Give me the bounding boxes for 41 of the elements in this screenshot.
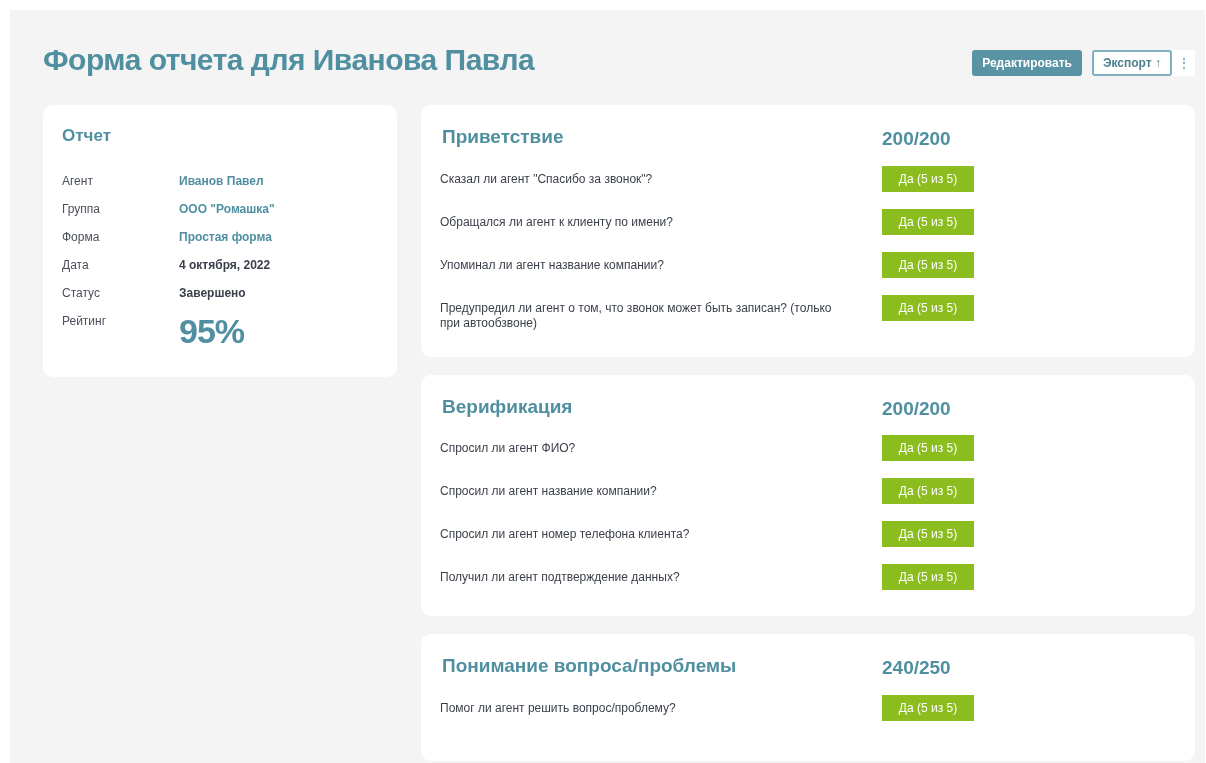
answer-badge: Да (5 из 5) (882, 478, 974, 504)
section-title: Понимание вопроса/проблемы (442, 655, 737, 676)
question-text: Спросил ли агент название компании? (440, 484, 657, 498)
section-score: 200/200 (882, 127, 951, 151)
field-link[interactable]: ООО "Ромашка" (179, 200, 275, 217)
field-label: Рейтинг (62, 313, 107, 328)
answer-badge: Да (5 из 5) (882, 694, 974, 721)
section-title: Верификация (442, 395, 573, 417)
answer-badge: Да (5 из 5) (882, 165, 974, 192)
report-title: Отчет (62, 125, 112, 147)
field-link[interactable]: Простая форма (179, 228, 272, 245)
field-label: Статус (62, 285, 100, 300)
question-text: Спросил ли агент номер телефона клиента? (440, 527, 690, 541)
question-text: Получил ли агент подтверждение данных? (440, 570, 680, 584)
section-score: 240/250 (882, 656, 951, 680)
field-label: Дата (62, 257, 89, 272)
more-button[interactable]: ⋮ (1172, 50, 1195, 76)
question-text: Обращался ли агент к клиенту по имени? (440, 214, 673, 229)
field-value: Завершено (179, 284, 246, 301)
answer-badge: Да (5 из 5) (882, 564, 974, 590)
page-title: Форма отчета для Иванова Павла (43, 42, 535, 78)
field-label: Агент (62, 173, 93, 188)
field-value: 4 октября, 2022 (179, 256, 271, 273)
answer-badge: Да (5 из 5) (882, 251, 974, 278)
answer-badge: Да (5 из 5) (882, 208, 974, 235)
field-label: Форма (62, 229, 100, 244)
section-title: Приветствие (442, 126, 564, 147)
question-text: Упоминал ли агент название компании? (440, 257, 664, 272)
question-text: Помог ли агент решить вопрос/проблему? (440, 700, 676, 715)
answer-badge: Да (5 из 5) (882, 294, 974, 321)
answer-badge: Да (5 из 5) (882, 521, 974, 547)
answer-badge: Да (5 из 5) (882, 435, 974, 461)
question-text: Сказал ли агент "Спасибо за звонок"? (440, 171, 653, 186)
rating-value: 95% (179, 310, 245, 351)
section-score: 200/200 (882, 396, 951, 421)
field-link[interactable]: Иванов Павел (179, 172, 264, 189)
field-label: Группа (62, 201, 101, 216)
edit-button[interactable]: Редактировать (972, 50, 1082, 76)
question-text: Предупредил ли агент о том, что звонок может быть записан? (только при автообзвоне) (440, 300, 832, 330)
question-text: Спросил ли агент ФИО? (440, 441, 576, 455)
export-button[interactable]: Экспорт ↑ (1091, 50, 1172, 76)
